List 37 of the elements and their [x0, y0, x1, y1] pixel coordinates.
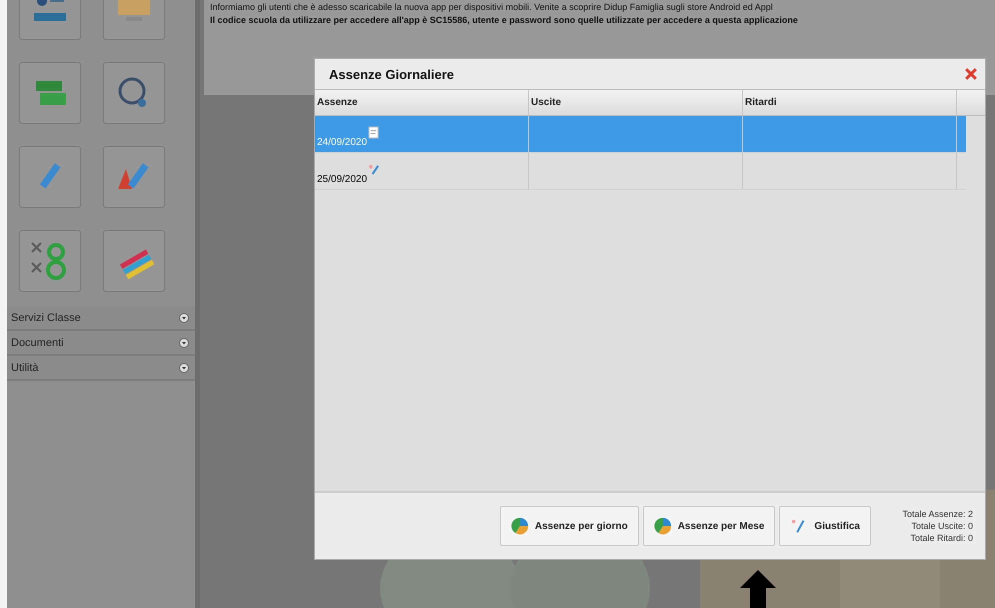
section-label: Documenti	[11, 336, 64, 348]
section-label: Utilità	[11, 362, 39, 374]
close-button[interactable]	[965, 68, 977, 80]
table-row[interactable]: 25/09/2020	[315, 153, 966, 190]
column-header[interactable]: Ritardi	[743, 90, 957, 115]
footer-button[interactable]: Assenze per Mese	[642, 506, 776, 546]
footer-button[interactable]: Assenze per giorno	[500, 506, 639, 546]
sidebar-section[interactable]: Utilità	[7, 356, 195, 381]
total-label: Totale Assenze: 2	[902, 509, 973, 519]
app-tile[interactable]	[103, 62, 165, 124]
column-header[interactable]: Uscite	[529, 90, 743, 115]
pie-chart-icon	[654, 517, 672, 535]
total-label: Totale Ritardi: 0	[910, 533, 973, 543]
sidebar-section[interactable]: Documenti	[7, 331, 195, 356]
section-label: Servizi Classe	[11, 312, 81, 324]
notice-text: Informiamo gli utenti che è adesso scaricabile la nuova app per dispositivi mobili. Venite a scoprire Didup Famiglia sugli store Android ed Appl	[210, 2, 774, 12]
date-cell: 25/09/2020	[317, 174, 368, 185]
dropdown-icon	[179, 312, 189, 322]
dropdown-icon	[179, 338, 189, 348]
column-header[interactable]: Assenze	[315, 90, 529, 115]
close-icon	[965, 68, 977, 80]
footer-button[interactable]: Giustifica	[779, 506, 871, 546]
up-arrow-icon	[738, 568, 778, 608]
app-tile[interactable]	[103, 230, 165, 292]
dropdown-icon	[179, 362, 189, 372]
pie-chart-icon	[510, 517, 529, 535]
app-tile[interactable]	[19, 62, 81, 124]
notice-text: Il codice scuola da utilizzare per accedere all'app è SC15586, utente e password sono quelle utilizzate per accedere a questa applicazione	[210, 15, 799, 25]
total-label: Totale Uscite: 0	[911, 521, 973, 531]
date-cell: 24/09/2020	[317, 137, 368, 148]
document-icon	[368, 126, 380, 138]
app-tile[interactable]	[19, 230, 81, 292]
app-tile[interactable]	[19, 146, 81, 208]
pencil-icon	[368, 162, 380, 176]
app-tile[interactable]	[103, 146, 165, 208]
dialog-title: Assenze Giornaliere	[329, 66, 454, 82]
sidebar-section[interactable]: Servizi Classe	[7, 306, 195, 331]
